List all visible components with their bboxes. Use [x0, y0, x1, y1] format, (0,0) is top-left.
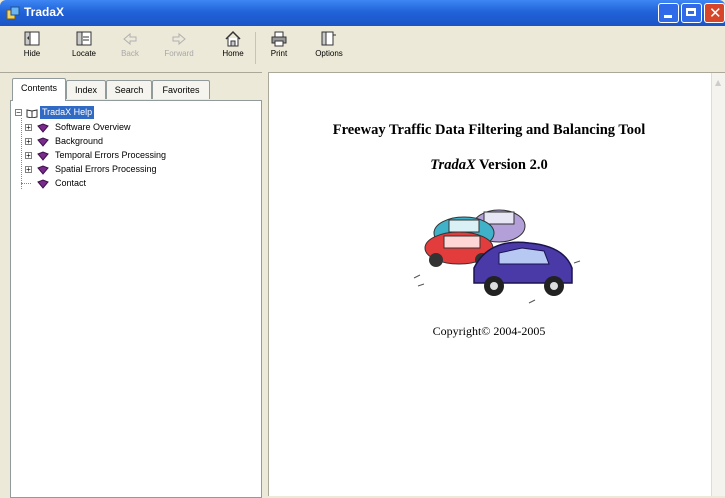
content-pane: Freeway Traffic Data Filtering and Balan… [268, 73, 725, 496]
expand-toggle[interactable]: + [25, 124, 32, 132]
tree-line [21, 183, 31, 184]
tree-label: Temporal Errors Processing [55, 150, 167, 160]
tab-favorites[interactable]: Favorites [152, 80, 210, 99]
book-icon [37, 179, 49, 189]
tree-line [21, 118, 22, 189]
window-title: TradaX [24, 5, 65, 19]
nav-tabs: Contents Index Search Favorites [10, 78, 262, 101]
cars-logo-image [413, 209, 581, 304]
home-icon [225, 30, 241, 47]
toolbar: Hide Locate Back Forward Home Print Opti… [0, 26, 725, 73]
copyright-text: Copyright© 2004-2005 [432, 324, 546, 338]
book-icon [37, 165, 49, 175]
minimize-button[interactable] [658, 3, 679, 23]
expand-toggle[interactable]: + [25, 166, 32, 174]
back-arrow-icon [123, 32, 137, 46]
tree-label: Software Overview [55, 122, 131, 132]
close-button[interactable]: ✕ [704, 3, 725, 23]
home-button[interactable]: Home [218, 30, 248, 70]
tab-contents[interactable]: Contents [12, 78, 66, 101]
hide-label: Hide [23, 49, 41, 58]
print-label: Print [270, 49, 288, 58]
forward-button[interactable]: Forward [160, 30, 198, 70]
expand-toggle[interactable]: + [25, 138, 32, 146]
product-name: TradaX [430, 157, 476, 173]
home-label: Home [222, 49, 244, 58]
tab-search[interactable]: Search [106, 80, 152, 99]
open-book-icon [26, 109, 38, 118]
locate-icon [76, 31, 92, 46]
tree-label: Background [55, 136, 104, 146]
collapse-toggle[interactable]: − [15, 109, 22, 117]
back-button[interactable]: Back [118, 30, 142, 70]
content-title: Freeway Traffic Data Filtering and Balan… [332, 122, 646, 138]
printer-icon [271, 31, 287, 47]
locate-label: Locate [71, 49, 97, 58]
book-icon [37, 137, 49, 147]
forward-label: Forward [164, 49, 194, 58]
options-label: Options [315, 49, 343, 58]
navigation-pane: Contents Index Search Favorites − TradaX… [10, 78, 262, 498]
print-button[interactable]: Print [267, 30, 291, 70]
version-text: Version 2.0 [475, 157, 548, 173]
book-icon [37, 151, 49, 161]
close-icon: ✕ [709, 4, 722, 22]
hide-icon [24, 31, 40, 46]
back-label: Back [121, 49, 139, 58]
hide-button[interactable]: Hide [20, 30, 44, 70]
expand-toggle[interactable]: + [25, 152, 32, 160]
tab-index[interactable]: Index [66, 80, 106, 99]
contents-tree: − TradaX Help + Software Overview + Back… [10, 100, 262, 498]
tree-label: Spatial Errors Processing [55, 164, 157, 174]
toolbar-separator [255, 32, 256, 64]
title-bar[interactable]: TradaX ✕ [0, 0, 725, 26]
book-icon [37, 123, 49, 133]
forward-arrow-icon [172, 32, 186, 46]
vertical-scrollbar[interactable]: ▲ [711, 73, 725, 496]
options-icon [321, 31, 336, 46]
maximize-button[interactable] [681, 3, 702, 23]
options-button[interactable]: Options [310, 30, 348, 70]
version-heading: TradaX Version 2.0 [269, 157, 709, 174]
scroll-up-arrow-icon[interactable]: ▲ [715, 78, 725, 88]
app-icon [6, 6, 20, 20]
locate-button[interactable]: Locate [68, 30, 100, 70]
tree-label: Contact [55, 178, 87, 188]
tree-label-root: TradaX Help [40, 106, 95, 119]
